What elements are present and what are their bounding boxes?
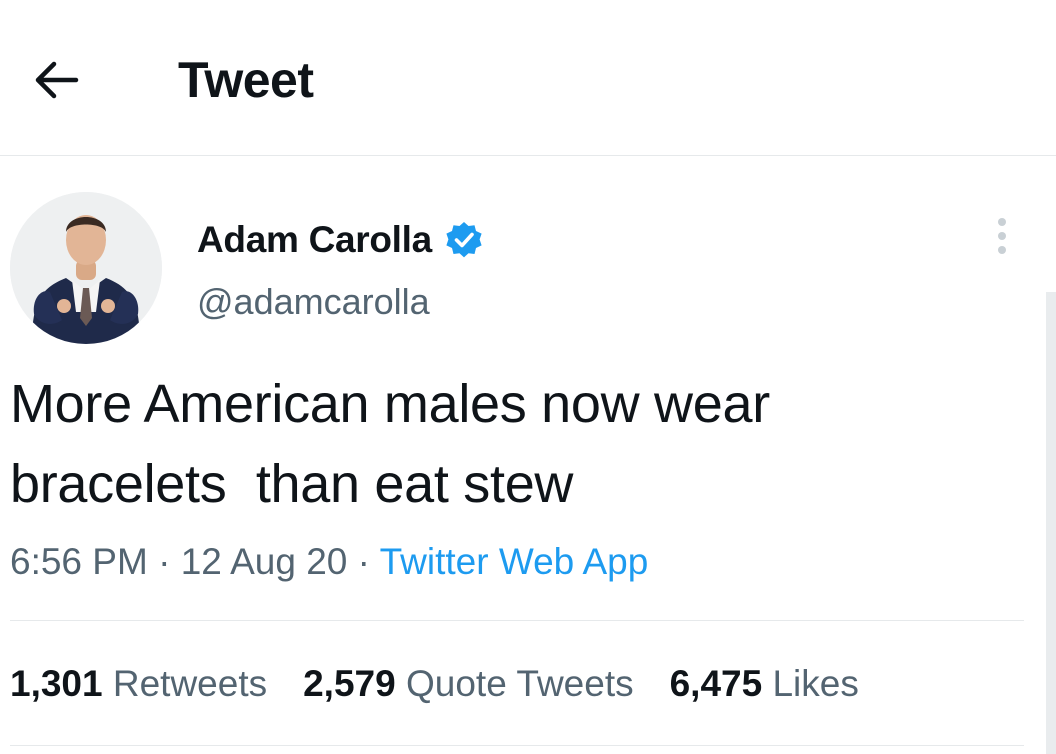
meta-separator: · <box>147 541 181 582</box>
stat-value: 6,475 <box>669 663 763 704</box>
likes-stat[interactable]: 6,475 Likes <box>670 660 859 708</box>
author-name-row[interactable]: Adam Carolla <box>197 214 484 266</box>
tweet-source-link[interactable]: Twitter Web App <box>380 541 649 582</box>
page-title: Tweet <box>178 52 314 108</box>
meta-separator: · <box>347 541 380 582</box>
divider <box>10 620 1024 621</box>
stat-label: Likes <box>772 663 859 704</box>
back-button[interactable] <box>28 52 84 108</box>
stat-label: Retweets <box>112 663 268 704</box>
retweets-stat[interactable]: 1,301 Retweets <box>10 660 267 708</box>
avatar-image <box>10 192 162 344</box>
stat-value: 2,579 <box>303 663 396 704</box>
author-display-name[interactable]: Adam Carolla <box>197 219 432 261</box>
top-bar: Tweet <box>0 0 1056 156</box>
stat-label: Quote Tweets <box>405 663 634 704</box>
more-vertical-icon <box>998 218 1006 254</box>
scrollbar[interactable] <box>1046 292 1056 754</box>
divider <box>10 745 1024 746</box>
tweet-text: More American males now wear bracelets t… <box>10 374 770 514</box>
tweet-stats: 1,301 Retweets 2,579 Quote Tweets 6,475 … <box>10 660 895 708</box>
tweet-time[interactable]: 6:56 PM <box>10 541 148 582</box>
more-options-button[interactable] <box>982 212 1022 260</box>
quote-tweets-stat[interactable]: 2,579 Quote Tweets <box>303 660 634 708</box>
stat-value: 1,301 <box>10 663 103 704</box>
author-handle[interactable]: @adamcarolla <box>197 280 430 324</box>
verified-badge-icon <box>446 222 482 258</box>
tweet-page: Tweet Adam Carolla @adamcarolla More Ame… <box>0 0 1056 754</box>
tweet-metadata: 6:56 PM · 12 Aug 20 · Twitter Web App <box>10 538 648 586</box>
avatar[interactable] <box>10 192 162 344</box>
tweet-date[interactable]: 12 Aug 20 <box>181 541 348 582</box>
arrow-left-icon <box>35 61 79 99</box>
